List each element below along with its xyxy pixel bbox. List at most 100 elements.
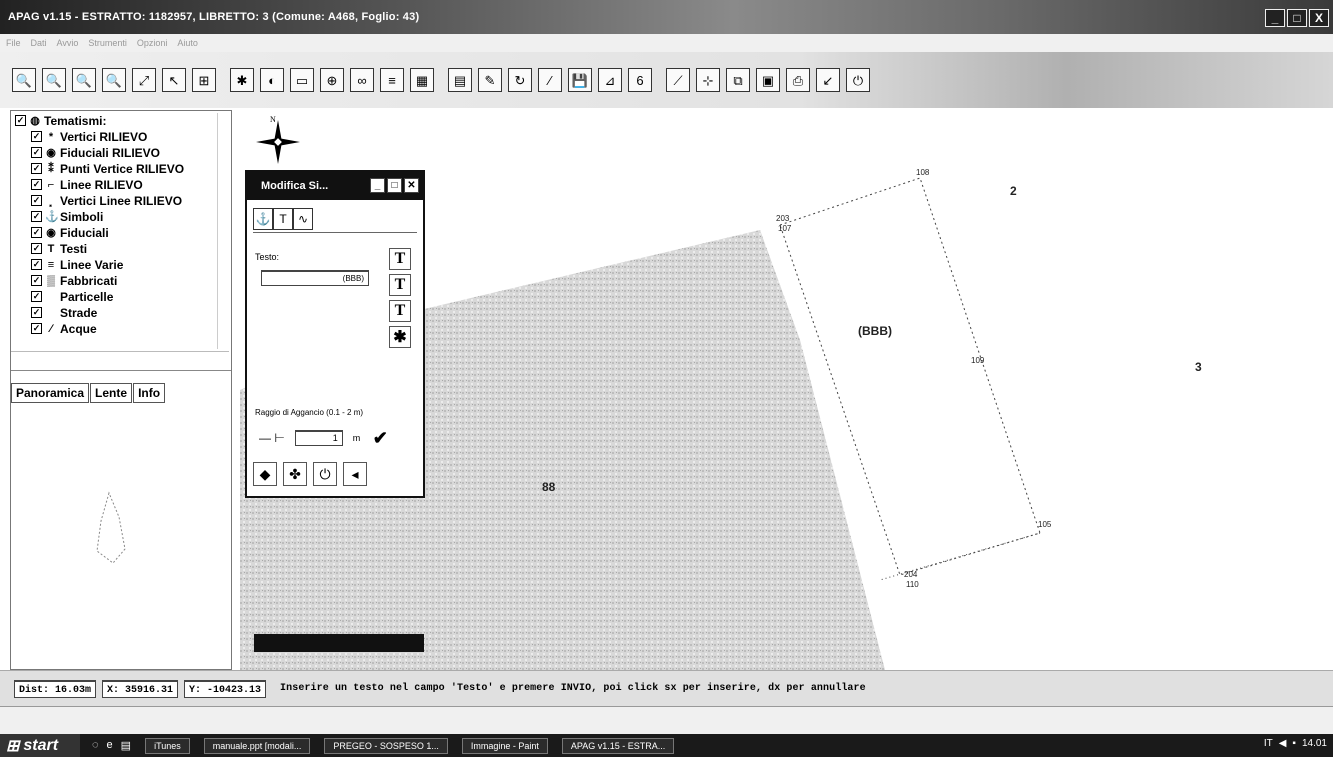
table-icon[interactable]: ▦ [410, 68, 434, 92]
checkbox-icon[interactable]: ✓ [31, 227, 42, 238]
browser-icon[interactable]: ◌ [92, 739, 99, 752]
scatter-icon[interactable]: ✤ [283, 462, 307, 486]
page-icon[interactable]: ▭ [290, 68, 314, 92]
print-icon[interactable]: ⎙ [786, 68, 810, 92]
checkbox-icon[interactable]: ✓ [31, 195, 42, 206]
layer-item[interactable]: ✓ ⸼ Vertici Linee RILIEVO [31, 193, 182, 208]
checkbox-icon[interactable]: ✓ [31, 243, 42, 254]
polyline-icon[interactable]: ⟋ [666, 68, 690, 92]
zoom-out-icon[interactable]: 🔍 [42, 68, 66, 92]
snap-icon[interactable]: ✱ [230, 68, 254, 92]
measure-icon[interactable]: ⊿ [598, 68, 622, 92]
checkbox-icon[interactable]: ✓ [31, 211, 42, 222]
checkbox-icon[interactable]: ✓ [31, 259, 42, 270]
layer-item[interactable]: ✓ * Vertici RILIEVO [31, 129, 147, 144]
tab-text[interactable]: T [273, 208, 293, 230]
menu-strumenti[interactable]: Strumenti [88, 38, 127, 48]
menu-opzioni[interactable]: Opzioni [137, 38, 168, 48]
task-powerpoint[interactable]: manuale.ppt [modali... [203, 737, 311, 754]
back-icon[interactable]: ◂ [343, 462, 367, 486]
checkbox-icon[interactable]: ✓ [15, 115, 26, 126]
close-button[interactable]: X [1309, 9, 1329, 27]
task-apag[interactable]: APAG v1.15 - ESTRA... [561, 737, 675, 754]
raggio-input[interactable]: 1 [294, 430, 343, 446]
checkbox-icon[interactable]: ✓ [31, 163, 42, 174]
edit-icon[interactable]: ✎ [478, 68, 502, 92]
vertical-scrollbar[interactable] [217, 113, 229, 349]
circle-icon[interactable]: ◐ [260, 68, 284, 92]
start-button[interactable]: ⊞ start [0, 734, 80, 757]
layer-item[interactable]: ✓ ◉ Fiduciali [31, 225, 109, 240]
export-icon[interactable]: ↙ [816, 68, 840, 92]
checkbox-icon[interactable]: ✓ [31, 291, 42, 302]
layer-item[interactable]: ✓ ∕ Acque [31, 321, 97, 336]
text-align-middle-button[interactable]: T [389, 274, 411, 296]
ie-icon[interactable]: e [107, 739, 113, 752]
confirm-button[interactable]: ✔ [370, 428, 390, 448]
dialog-maximize-button[interactable]: □ [387, 178, 402, 193]
menu-aiuto[interactable]: Aiuto [177, 38, 198, 48]
task-itunes[interactable]: iTunes [145, 737, 190, 754]
layer-item[interactable]: ✓ ⁑ Punti Vertice RILIEVO [31, 161, 184, 176]
language-indicator[interactable]: IT [1264, 738, 1273, 749]
rotate-icon[interactable]: ↻ [508, 68, 532, 92]
checkbox-icon[interactable]: ✓ [31, 179, 42, 190]
grid-icon[interactable]: ⊞ [192, 68, 216, 92]
select-icon[interactable]: ↖ [162, 68, 186, 92]
checkbox-icon[interactable]: ✓ [31, 307, 42, 318]
tab-symbol[interactable]: ⚓ [253, 208, 273, 230]
layer-header[interactable]: ✓ ◍ Tematismi: [15, 113, 106, 128]
text-align-bottom-button[interactable]: T [389, 300, 411, 322]
tab-info[interactable]: Info [133, 383, 166, 403]
layer-item[interactable]: ✓ Particelle [31, 289, 113, 304]
dialog-title-bar[interactable]: Modifica Si... _ □ ✕ [247, 172, 423, 200]
checkbox-icon[interactable]: ✓ [31, 275, 42, 286]
tab-panoramica[interactable]: Panoramica [11, 383, 90, 403]
vertex-icon[interactable]: ⊹ [696, 68, 720, 92]
dialog-close-button[interactable]: ✕ [404, 178, 419, 193]
volume-icon[interactable]: ◀ [1279, 738, 1287, 749]
layer-item[interactable]: ✓ ▒ Fabbricati [31, 273, 117, 288]
text-delete-button[interactable]: ✱ [389, 326, 411, 348]
layer-item[interactable]: ✓ ⚓ Simboli [31, 209, 103, 224]
menu-avvio[interactable]: Avvio [57, 38, 79, 48]
checkbox-icon[interactable]: ✓ [31, 131, 42, 142]
layer-item[interactable]: ✓ ≡ Linee Varie [31, 257, 123, 272]
testo-input[interactable]: (BBB) [261, 270, 369, 286]
zoom-previous-icon[interactable]: 🔍 [102, 68, 126, 92]
number-icon[interactable]: 6 [628, 68, 652, 92]
power-icon[interactable]: ⏻ [846, 68, 870, 92]
tab-lente[interactable]: Lente [90, 383, 133, 403]
dialog-minimize-button[interactable]: _ [370, 178, 385, 193]
minimize-button[interactable]: _ [1265, 9, 1285, 27]
diamond-icon[interactable]: ◆ [253, 462, 277, 486]
menu-file[interactable]: File [6, 38, 21, 48]
copy-icon[interactable]: ⧉ [726, 68, 750, 92]
power-icon[interactable]: ⏻ [313, 462, 337, 486]
horizontal-scrollbar[interactable] [11, 351, 229, 365]
layer-item[interactable]: ✓ T Testi [31, 241, 87, 256]
sheet-icon[interactable]: ▤ [448, 68, 472, 92]
layers-icon[interactable]: ⊕ [320, 68, 344, 92]
line-icon[interactable]: ∕ [538, 68, 562, 92]
zoom-in-icon[interactable]: 🔍 [12, 68, 36, 92]
menu-dati[interactable]: Dati [31, 38, 47, 48]
calculator-icon[interactable]: ▣ [756, 68, 780, 92]
maximize-button[interactable]: □ [1287, 9, 1307, 27]
checkbox-icon[interactable]: ✓ [31, 147, 42, 158]
zoom-extents-icon[interactable]: ⤢ [132, 68, 156, 92]
link-icon[interactable]: ∞ [350, 68, 374, 92]
text-align-top-button[interactable]: T [389, 248, 411, 270]
zoom-window-icon[interactable]: 🔍 [72, 68, 96, 92]
task-paint[interactable]: Immagine - Paint [461, 737, 548, 754]
explorer-icon[interactable]: ▤ [121, 739, 131, 752]
task-pregeo[interactable]: PREGEO - SOSPESO 1... [324, 737, 448, 754]
layer-item[interactable]: ✓ ◉ Fiduciali RILIEVO [31, 145, 160, 160]
tab-line[interactable]: ∿ [293, 208, 313, 230]
layer-item[interactable]: ✓ ⌐ Linee RILIEVO [31, 177, 143, 192]
layer-item[interactable]: ✓ Strade [31, 305, 97, 320]
list-icon[interactable]: ≡ [380, 68, 404, 92]
checkbox-icon[interactable]: ✓ [31, 323, 42, 334]
network-icon[interactable]: ▪ [1292, 738, 1296, 749]
save-icon[interactable]: 💾 [568, 68, 592, 92]
